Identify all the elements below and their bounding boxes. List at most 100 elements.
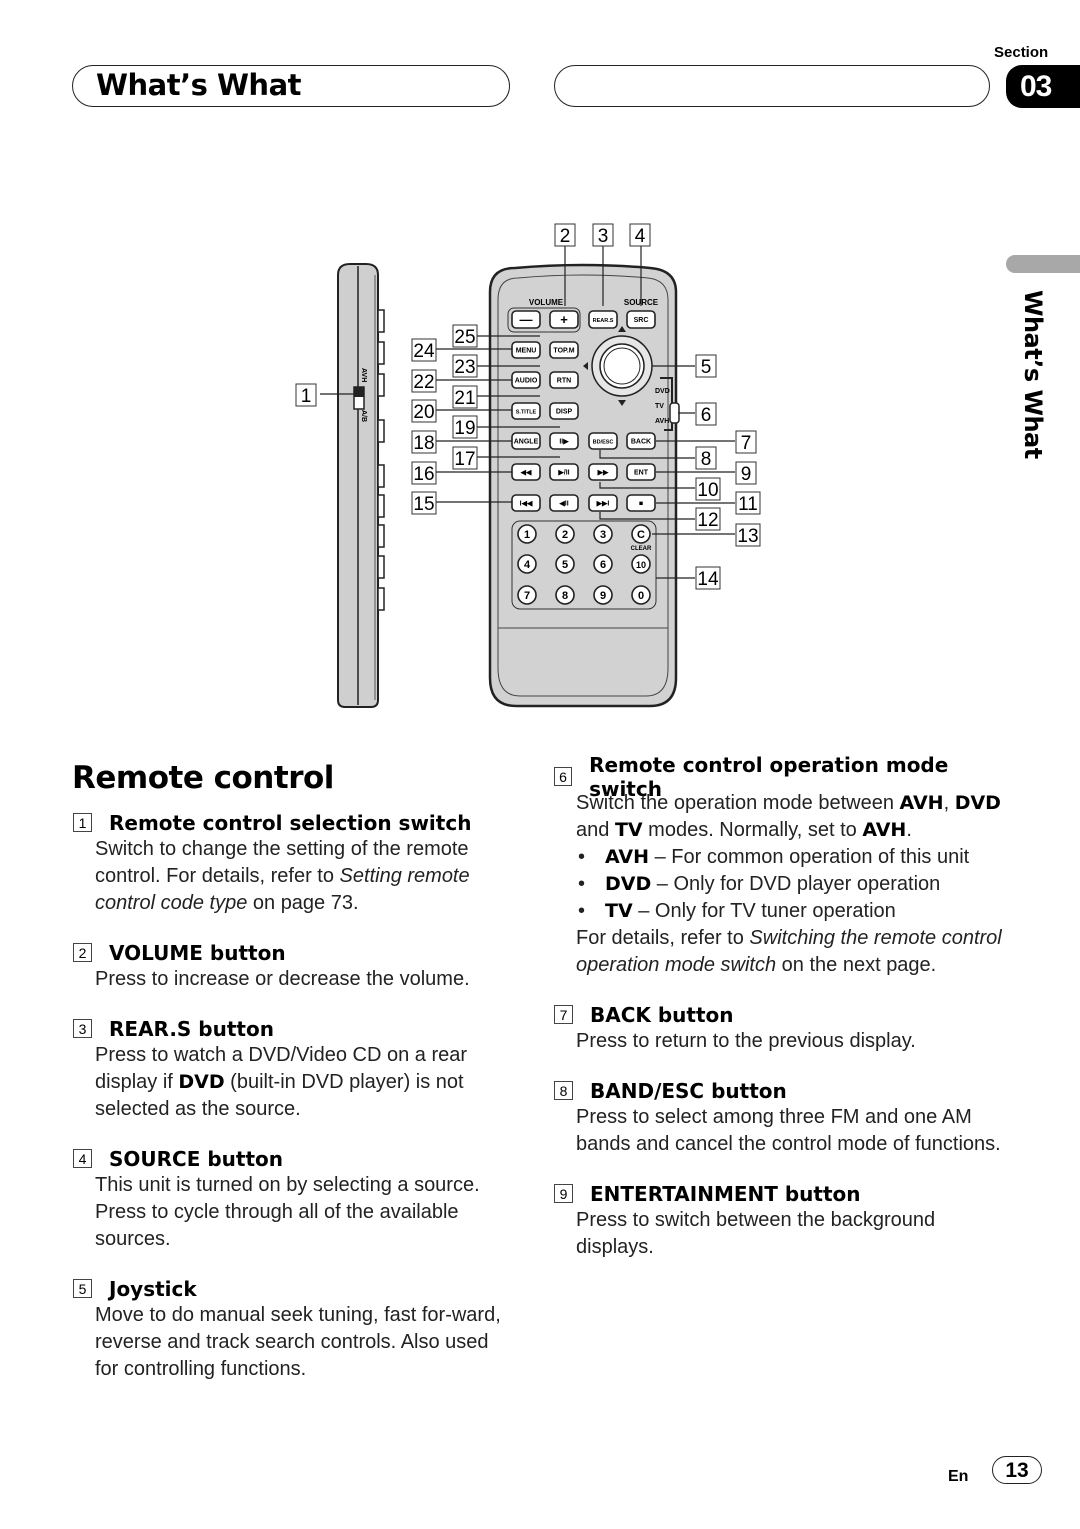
stop-button[interactable]: ■ — [626, 494, 656, 512]
item-number: 8 — [554, 1081, 573, 1100]
callout-number: 17 — [454, 449, 475, 470]
rtn-button-label: RTN — [557, 378, 571, 385]
item-description: Press to return to the previous display. — [576, 1030, 916, 1052]
volume-plus-button[interactable]: + — [549, 310, 579, 329]
band-esc-button[interactable]: BD/ESC — [588, 432, 618, 450]
item-heading: 3 REAR.S button — [73, 1015, 513, 1042]
description-item: 9 ENTERTAINMENT button Press to switch bet… — [554, 1180, 1004, 1261]
ent-button[interactable]: ENT — [626, 463, 656, 481]
callout-number: 6 — [701, 405, 712, 426]
menu-button[interactable]: MENU — [511, 341, 541, 359]
numpad-key-10[interactable]: 10 — [631, 554, 651, 574]
item-title: Joystick — [109, 1276, 197, 1301]
fast-forward-button[interactable]: ▶▶ — [588, 463, 618, 481]
numpad-key-8[interactable]: 8 — [555, 585, 575, 605]
item-title: BACK button — [590, 1002, 734, 1027]
numpad-key-label: 7 — [524, 590, 530, 602]
angle-button[interactable]: ANGLE — [511, 432, 541, 450]
callout-number: 4 — [635, 226, 646, 247]
disp-button[interactable]: DISP — [549, 402, 579, 420]
numpad-key-label: 1 — [524, 529, 530, 541]
callout-number: 16 — [413, 464, 434, 485]
numpad-key-label: 3 — [600, 529, 606, 541]
s-title-button[interactable]: S.TITLE — [511, 402, 541, 420]
numpad-key-2[interactable]: 2 — [555, 524, 575, 544]
numpad-key-1[interactable]: 1 — [517, 524, 537, 544]
numpad-key-9[interactable]: 9 — [593, 585, 613, 605]
numpad-key-4[interactable]: 4 — [517, 554, 537, 574]
rtn-button[interactable]: RTN — [549, 371, 579, 389]
top-m-button[interactable]: TOP.M — [549, 341, 579, 359]
item-number: 3 — [73, 1019, 92, 1038]
item-number: 9 — [554, 1184, 573, 1203]
right-column: 6 Remote control operation mode switch Swi… — [554, 753, 1004, 1283]
item-title: REAR.S button — [109, 1016, 274, 1041]
next-track-button[interactable]: ▶▶I — [588, 494, 618, 512]
description-item: 4 SOURCE button This unit is turned on by … — [73, 1145, 513, 1253]
item-heading: 1 Remote control selection switch — [73, 809, 513, 836]
item-heading: 8 BAND/ESC button — [554, 1077, 1004, 1104]
play-pause-button-label: ▶/II — [557, 470, 569, 477]
rear-s-button[interactable]: REAR.S — [588, 310, 618, 329]
volume-minus-button[interactable]: — — [511, 310, 541, 329]
item-title: BAND/ESC button — [590, 1078, 787, 1103]
item-heading: 5 Joystick — [73, 1275, 513, 1302]
stop-button-label: ■ — [639, 501, 643, 508]
description-item: 3 REAR.S button Press to watch a DVD/Video… — [73, 1015, 513, 1123]
item-heading: 4 SOURCE button — [73, 1145, 513, 1172]
numpad-key-6[interactable]: 6 — [593, 554, 613, 574]
next-track-button-label: ▶▶I — [596, 501, 610, 508]
rewind-button[interactable]: ◀◀ — [511, 463, 541, 481]
side-switch-label-ab: A/B — [360, 410, 367, 422]
item-title: SOURCE button — [109, 1146, 284, 1171]
src-button-label: SRC — [634, 317, 649, 324]
step-forward-button-label: II▶ — [559, 439, 569, 446]
audio-button[interactable]: AUDIO — [511, 371, 541, 389]
band-esc-button-label: BD/ESC — [593, 440, 614, 446]
mode-switch[interactable] — [669, 402, 680, 424]
callout-number: 23 — [454, 357, 475, 378]
description-item: 1 Remote control selection switch Switch t… — [73, 809, 513, 917]
volume-label: VOLUME — [529, 298, 564, 307]
callout-number: 1 — [301, 386, 312, 407]
left-column: 1 Remote control selection switch Switch t… — [73, 809, 513, 1405]
previous-track-button[interactable]: I◀◀ — [511, 494, 541, 512]
volume-minus-button-label: — — [520, 312, 533, 327]
numpad-key-0[interactable]: 0 — [631, 585, 651, 605]
step-forward-button[interactable]: II▶ — [549, 432, 579, 450]
mode-label-dvd: DVD — [655, 388, 670, 395]
section-heading: Remote control — [72, 760, 334, 796]
numpad-key-3[interactable]: 3 — [593, 524, 613, 544]
item-number: 1 — [73, 813, 92, 832]
item-title: ENTERTAINMENT button — [590, 1181, 861, 1206]
play-pause-button[interactable]: ▶/II — [549, 463, 579, 481]
src-button[interactable]: SRC — [626, 310, 656, 329]
callout-number: 20 — [413, 402, 434, 423]
item-number: 6 — [554, 767, 573, 786]
back-button-label: BACK — [631, 439, 651, 446]
numpad-key-label: 2 — [562, 529, 568, 541]
description-item: 2 VOLUME button Press to increase or decre… — [73, 939, 513, 993]
angle-button-label: ANGLE — [514, 439, 539, 446]
fast-forward-button-label: ▶▶ — [597, 470, 609, 477]
description-item: 6 Remote control operation mode switch Swi… — [554, 753, 1004, 979]
callout-number: 9 — [741, 464, 752, 485]
mode-label-avh: AVH — [655, 418, 669, 425]
numpad-key-label: 5 — [562, 559, 568, 571]
remote-control-diagram: AVH A/B VOLUME SOURCE DVD TV AVH — + REAR.… — [295, 223, 761, 708]
callout-number: 24 — [413, 341, 435, 362]
back-button[interactable]: BACK — [626, 432, 656, 450]
callout-number: 2 — [560, 226, 571, 247]
step-back-button-label: ◀II — [558, 501, 568, 508]
step-back-button[interactable]: ◀II — [549, 494, 579, 512]
callout-number: 11 — [738, 494, 758, 515]
callout-number: 5 — [701, 357, 712, 378]
disp-button-label: DISP — [556, 409, 573, 416]
numpad-key-5[interactable]: 5 — [555, 554, 575, 574]
item-heading: 7 BACK button — [554, 1001, 1004, 1028]
item-description: Switch to change the setting of the remo… — [95, 838, 470, 914]
callout-number: 8 — [701, 449, 712, 470]
language-label: En — [948, 1468, 969, 1485]
numpad-key-7[interactable]: 7 — [517, 585, 537, 605]
clear-button[interactable]: C CLEAR — [631, 524, 652, 552]
